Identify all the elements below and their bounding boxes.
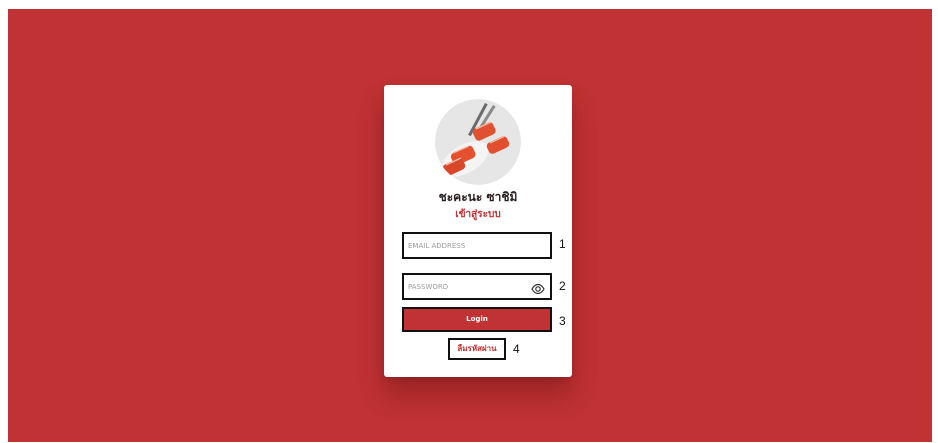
- brand-name: ชะคะนะ ซาชิมิ: [438, 190, 518, 204]
- forgot-password-link[interactable]: ลืมรหัสผ่าน: [448, 338, 506, 360]
- login-subtitle: เข้าสู่ระบบ: [455, 209, 501, 220]
- annotation-marker-4: 4: [513, 342, 520, 356]
- password-field-container: [402, 273, 552, 300]
- password-input[interactable]: [408, 275, 528, 298]
- email-field-container: [402, 232, 552, 259]
- annotation-marker-1: 1: [559, 237, 566, 251]
- login-button[interactable]: Login: [402, 307, 552, 332]
- annotation-marker-2: 2: [559, 279, 566, 293]
- email-input[interactable]: [408, 234, 528, 257]
- sushi-logo-icon: [435, 99, 521, 185]
- login-card: ชะคะนะ ซาชิมิ เข้าสู่ระบบ Login ลืมรหัสผ…: [384, 85, 572, 377]
- annotation-marker-3: 3: [559, 314, 566, 328]
- eye-icon[interactable]: [531, 280, 545, 295]
